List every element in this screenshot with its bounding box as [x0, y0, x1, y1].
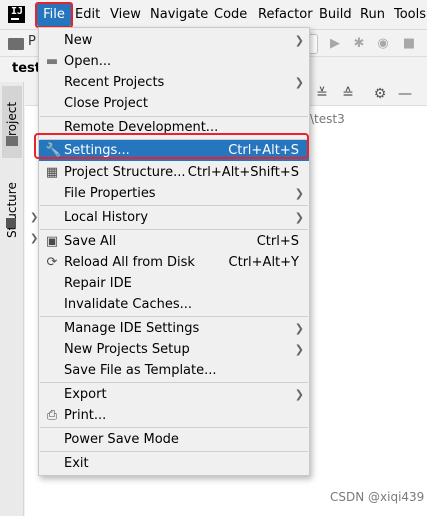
submenu-arrow-icon: ❯ — [294, 34, 304, 47]
menu-item-label: Print... — [64, 408, 107, 423]
menu-item-label: Open... — [64, 54, 112, 69]
menu-item-label: Recent Projects — [64, 75, 165, 90]
submenu-arrow-icon: ❯ — [294, 211, 304, 224]
menu-item-repair-ide[interactable]: Repair IDE — [39, 273, 309, 294]
menu-bar: IJ File Edit View Navigate Code Refactor… — [0, 0, 427, 30]
reload-icon: ⟳ — [46, 255, 58, 270]
folder-icon[interactable] — [8, 38, 24, 50]
gear-icon[interactable]: ⚙ — [372, 86, 388, 102]
menu-item-label: Save File as Template... — [64, 363, 217, 378]
menu-item-reload-all[interactable]: ⟳ Reload All from Disk Ctrl+Alt+Y — [39, 252, 309, 273]
menu-separator — [40, 229, 308, 230]
submenu-arrow-icon: ❯ — [294, 76, 304, 89]
project-folder-icon — [6, 136, 18, 146]
save-icon: ▣ — [45, 234, 59, 249]
run-icon[interactable]: ▶ — [328, 37, 342, 51]
menu-item-label: Invalidate Caches... — [64, 297, 193, 312]
menu-refactor[interactable]: Refactor — [258, 3, 313, 26]
file-menu-dropdown: New ❯ ▬ Open... Recent Projects ❯ Close … — [38, 27, 310, 476]
menu-item-close-project[interactable]: Close Project — [39, 93, 309, 114]
menu-item-label: Power Save Mode — [64, 432, 179, 447]
coverage-icon[interactable]: ◉ — [376, 37, 390, 51]
menu-item-print[interactable]: ⎙ Print... — [39, 405, 309, 426]
menu-item-exit[interactable]: Exit — [39, 453, 309, 474]
menu-item-new[interactable]: New ❯ — [39, 30, 309, 51]
menu-item-shortcut: Ctrl+Alt+Y — [228, 255, 299, 270]
menu-item-file-properties[interactable]: File Properties ❯ — [39, 183, 309, 204]
settings-highlight-box — [34, 133, 309, 159]
menu-tools[interactable]: Tools — [394, 3, 426, 26]
menu-item-label: Export — [64, 387, 107, 402]
menu-view[interactable]: View — [110, 3, 141, 26]
menu-item-label: Project Structure... — [64, 165, 186, 180]
menu-separator — [40, 382, 308, 383]
menu-separator — [40, 316, 308, 317]
structure-icon — [6, 218, 16, 228]
menu-item-project-structure[interactable]: ▦ Project Structure... Ctrl+Alt+Shift+S — [39, 162, 309, 183]
folder-open-icon: ▬ — [45, 54, 59, 69]
file-menu-highlight-box — [35, 2, 73, 28]
menu-item-label: Save All — [64, 234, 117, 249]
menu-item-label: Repair IDE — [64, 276, 132, 291]
submenu-arrow-icon: ❯ — [294, 187, 304, 200]
menu-item-label: Close Project — [64, 96, 149, 111]
menu-separator — [40, 451, 308, 452]
menu-separator — [40, 427, 308, 428]
printer-icon: ⎙ — [46, 408, 58, 423]
project-name-partial: P — [28, 34, 36, 49]
left-tool-strip: Project Structure — [0, 82, 24, 516]
expand-all-icon[interactable]: ≚ — [314, 86, 330, 102]
menu-item-local-history[interactable]: Local History ❯ — [39, 207, 309, 228]
menu-run[interactable]: Run — [360, 3, 385, 26]
menu-item-label: Reload All from Disk — [64, 255, 195, 270]
menu-item-label: Manage IDE Settings — [64, 321, 200, 336]
submenu-arrow-icon: ❯ — [294, 322, 304, 335]
menu-item-invalidate-caches[interactable]: Invalidate Caches... — [39, 294, 309, 315]
menu-item-label: New Projects Setup — [64, 342, 190, 357]
debug-icon[interactable]: ✱ — [352, 37, 366, 51]
menu-item-manage-ide-settings[interactable]: Manage IDE Settings ❯ — [39, 318, 309, 339]
menu-item-label: Exit — [64, 456, 89, 471]
collapse-all-icon[interactable]: ≙ — [340, 86, 356, 102]
menu-separator — [40, 205, 308, 206]
menu-item-label: File Properties — [64, 186, 156, 201]
menu-item-label: New — [64, 33, 93, 48]
menu-item-label: Local History — [64, 210, 149, 225]
menu-code[interactable]: Code — [214, 3, 247, 26]
watermark: CSDN @xiqi439 — [330, 490, 425, 504]
project-path: \test3 — [310, 112, 345, 126]
menu-item-export[interactable]: Export ❯ — [39, 384, 309, 405]
menu-item-save-as-template[interactable]: Save File as Template... — [39, 360, 309, 381]
project-structure-icon: ▦ — [45, 165, 59, 180]
tool-window-project[interactable]: Project — [2, 86, 22, 158]
menu-item-save-all[interactable]: ▣ Save All Ctrl+S — [39, 231, 309, 252]
menu-item-power-save-mode[interactable]: Power Save Mode — [39, 429, 309, 450]
menu-item-shortcut: Ctrl+S — [256, 234, 299, 249]
intellij-logo-icon: IJ — [8, 6, 25, 23]
menu-item-new-projects-setup[interactable]: New Projects Setup ❯ — [39, 339, 309, 360]
submenu-arrow-icon: ❯ — [294, 388, 304, 401]
menu-build[interactable]: Build — [319, 3, 352, 26]
menu-edit[interactable]: Edit — [75, 3, 100, 26]
minimize-icon[interactable]: — — [397, 86, 413, 102]
tool-window-structure[interactable]: Structure — [2, 168, 22, 252]
stop-icon[interactable]: ■ — [402, 37, 416, 51]
menu-item-shortcut: Ctrl+Alt+Shift+S — [187, 165, 299, 180]
menu-navigate[interactable]: Navigate — [150, 3, 208, 26]
menu-item-open[interactable]: ▬ Open... — [39, 51, 309, 72]
submenu-arrow-icon: ❯ — [294, 343, 304, 356]
menu-item-recent-projects[interactable]: Recent Projects ❯ — [39, 72, 309, 93]
